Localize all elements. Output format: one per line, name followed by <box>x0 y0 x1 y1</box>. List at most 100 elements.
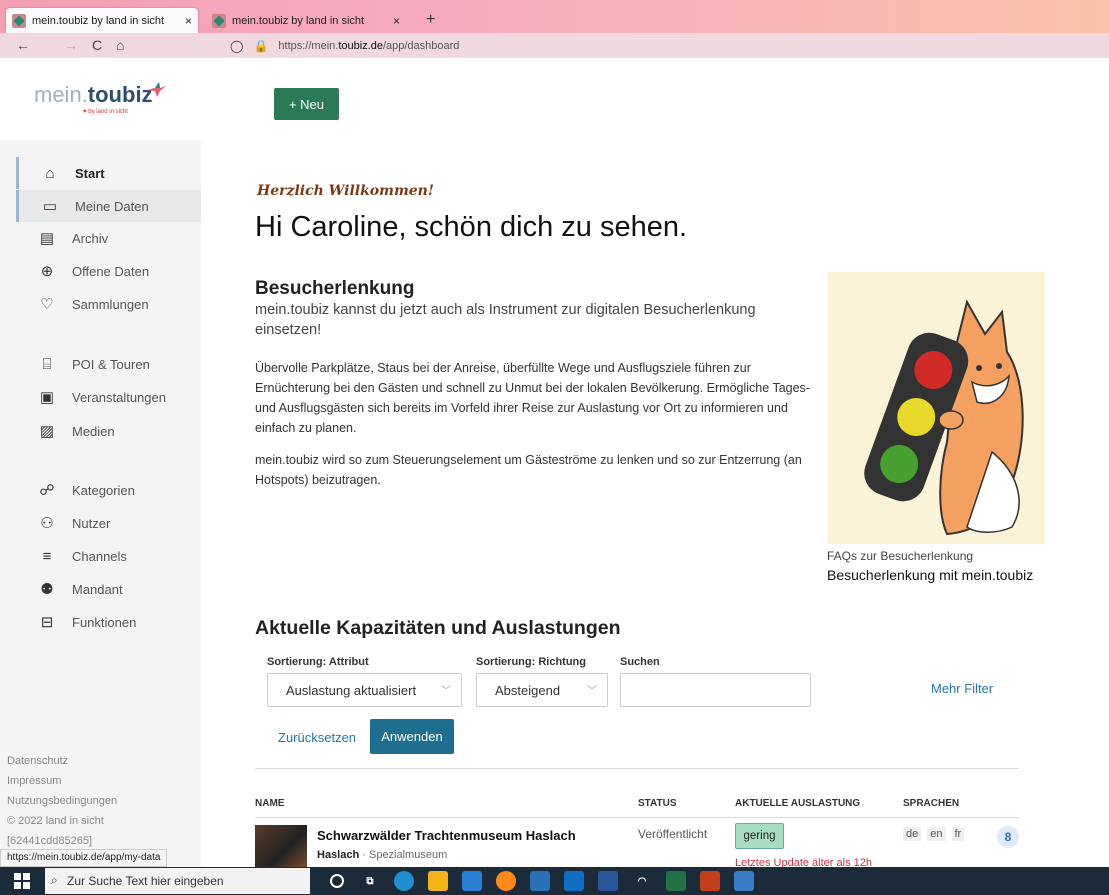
address-bar[interactable]: ◯ 🔒 https://mein. toubiz.de/app/dashboard <box>230 35 459 56</box>
browser-tab-active[interactable]: mein.toubiz by land in sicht × <box>6 8 198 33</box>
word-icon[interactable] <box>598 871 618 891</box>
sidebar-item-archiv[interactable]: ▤ Archiv <box>16 222 201 254</box>
mail-icon[interactable] <box>462 871 482 891</box>
promo-illustration[interactable] <box>827 272 1045 544</box>
column-header-status[interactable]: STATUS <box>638 798 677 809</box>
sidebar-item-funktionen[interactable]: ⊟ Funktionen <box>16 606 201 638</box>
sidebar-footer: Datenschutz Impressum Nutzungsbedingunge… <box>7 751 117 851</box>
load-badge: gering <box>735 823 784 849</box>
museum-thumbnail <box>255 825 307 867</box>
browser-tab-bar: mein.toubiz by land in sicht × mein.toub… <box>0 0 1109 33</box>
close-tab-icon[interactable]: × <box>185 14 192 28</box>
sidebar-item-label: Meine Daten <box>75 198 149 214</box>
row-separator: · <box>359 849 369 861</box>
new-tab-button[interactable]: + <box>426 11 435 29</box>
chevron-down-icon: ﹀ <box>441 686 451 697</box>
sidebar-item-label: Kategorien <box>72 482 135 498</box>
page-title: Hi Caroline, schön dich zu sehen. <box>255 211 688 243</box>
select-value: Auslastung aktualisiert <box>286 682 417 698</box>
search-label: Suchen <box>620 656 660 668</box>
outlook-icon[interactable] <box>564 871 584 891</box>
count-badge[interactable]: 8 <box>997 826 1019 848</box>
close-tab-icon[interactable]: × <box>393 14 400 28</box>
logo-light: mein. <box>34 82 88 107</box>
section-paragraph: Übervolle Parkplätze, Staus bei der Anre… <box>255 361 810 435</box>
sidebar-item-channels[interactable]: ≡ Channels <box>16 540 201 572</box>
capacity-title: Aktuelle Kapazitäten und Auslastungen <box>255 617 621 639</box>
sidebar-item-start[interactable]: ⌂ Start <box>16 157 201 189</box>
powerpoint-icon[interactable] <box>700 871 720 891</box>
back-arrow-icon[interactable]: ← <box>16 37 30 53</box>
faq-title-link[interactable]: Besucherlenkung mit mein.toubiz <box>827 567 1033 583</box>
section-paragraph: mein.toubiz wird so zum Steuerungselemen… <box>255 453 802 487</box>
sidebar-item-meine-daten[interactable]: ▭ Meine Daten <box>16 190 201 222</box>
search-input[interactable] <box>620 673 811 707</box>
toubiz-logo[interactable]: mein.toubiz <box>34 82 153 108</box>
chevron-down-icon: ﹀ <box>587 686 597 697</box>
menu-icon: ≡ <box>42 547 52 565</box>
column-header-load[interactable]: AKTUELLE AUSLASTUNG <box>735 798 860 809</box>
group-icon: ⚉ <box>40 581 54 598</box>
imprint-link[interactable]: Impressum <box>7 771 117 791</box>
sidebar-item-label: Funktionen <box>72 614 137 630</box>
sidebar-item-label: Mandant <box>72 581 123 597</box>
url-path: /app/dashboard <box>382 39 460 52</box>
divider <box>255 817 1019 818</box>
photos-icon[interactable] <box>734 871 754 891</box>
wifi-icon[interactable]: ◠ <box>632 871 652 891</box>
function-icon: ⊟ <box>40 614 54 631</box>
row-languages: de en fr <box>903 827 965 841</box>
sidebar-item-label: Sammlungen <box>72 296 149 312</box>
sidebar-item-nutzer[interactable]: ⚇ Nutzer <box>16 507 201 539</box>
sidebar-item-sammlungen[interactable]: ♡ Sammlungen <box>16 288 201 320</box>
home-icon: ⌂ <box>45 164 55 182</box>
terms-link[interactable]: Nutzungsbedingungen <box>7 791 117 811</box>
cortana-icon[interactable] <box>330 874 344 888</box>
sort-attribute-select[interactable]: Auslastung aktualisiert ﹀ <box>267 673 462 707</box>
sidebar-item-medien[interactable]: ▨ Medien <box>16 415 201 447</box>
windows-taskbar: ⌕ Zur Suche Text hier eingeben ⧉ ◠ <box>0 867 1109 895</box>
home-icon[interactable]: ⌂ <box>116 37 124 53</box>
new-button[interactable]: + Neu <box>274 88 339 120</box>
divider <box>255 768 1019 769</box>
user-icon: ⚇ <box>40 515 54 532</box>
taskbar-search[interactable]: ⌕ Zur Suche Text hier eingeben <box>45 868 310 894</box>
privacy-link[interactable]: Datenschutz <box>7 751 117 771</box>
column-header-name[interactable]: NAME <box>255 798 284 809</box>
more-filter-link[interactable]: Mehr Filter <box>931 681 993 696</box>
sidebar-item-label: Start <box>75 165 105 181</box>
apply-button[interactable]: Anwenden <box>370 719 454 754</box>
task-view-icon[interactable]: ⧉ <box>360 871 380 891</box>
sidebar-item-mandant[interactable]: ⚉ Mandant <box>16 573 201 605</box>
firefox-icon[interactable] <box>496 871 516 891</box>
sidebar-item-kategorien[interactable]: ☍ Kategorien <box>16 474 201 506</box>
windows-start-icon[interactable] <box>14 873 30 889</box>
language-tag: en <box>927 827 946 841</box>
column-header-languages[interactable]: SPRACHEN <box>903 798 959 809</box>
url-host: toubiz.de <box>338 39 383 52</box>
language-tag: de <box>903 827 922 841</box>
image-icon: ▨ <box>39 423 55 440</box>
traffic-light-fox-image <box>827 272 1045 544</box>
sort-direction-select[interactable]: Absteigend ﹀ <box>476 673 608 707</box>
sidebar: ⌂ Start ▭ Meine Daten ▤ Archiv ⊕ Offene … <box>0 140 201 867</box>
media-icon[interactable] <box>530 871 550 891</box>
row-title[interactable]: Schwarzwälder Trachtenmuseum Haslach <box>317 828 576 843</box>
reset-link[interactable]: Zurücksetzen <box>278 730 356 745</box>
file-explorer-icon[interactable] <box>428 871 448 891</box>
status-url-tooltip: https://mein.toubiz.de/app/my-data <box>0 849 168 867</box>
sidebar-item-poi-touren[interactable]: ⌸ POI & Touren <box>16 348 201 380</box>
shield-icon: ◯ <box>230 38 244 53</box>
row-subtitle: Haslach · Spezialmuseum <box>317 849 447 861</box>
app-header: mein.toubiz ♥ by land in sicht + Neu <box>0 58 1109 140</box>
edge-icon[interactable] <box>394 871 414 891</box>
excel-icon[interactable] <box>666 871 686 891</box>
forward-arrow-icon[interactable]: → <box>64 37 78 53</box>
language-tag: fr <box>951 827 965 841</box>
signpost-icon: ⌸ <box>42 355 52 373</box>
sidebar-item-veranstaltungen[interactable]: ▣ Veranstaltungen <box>16 381 201 413</box>
reload-icon[interactable]: C <box>92 37 102 53</box>
url-prefix: https://mein. <box>278 39 339 52</box>
sidebar-item-offene-daten[interactable]: ⊕ Offene Daten <box>16 255 201 287</box>
browser-tab-inactive[interactable]: mein.toubiz by land in sicht × <box>206 9 406 33</box>
